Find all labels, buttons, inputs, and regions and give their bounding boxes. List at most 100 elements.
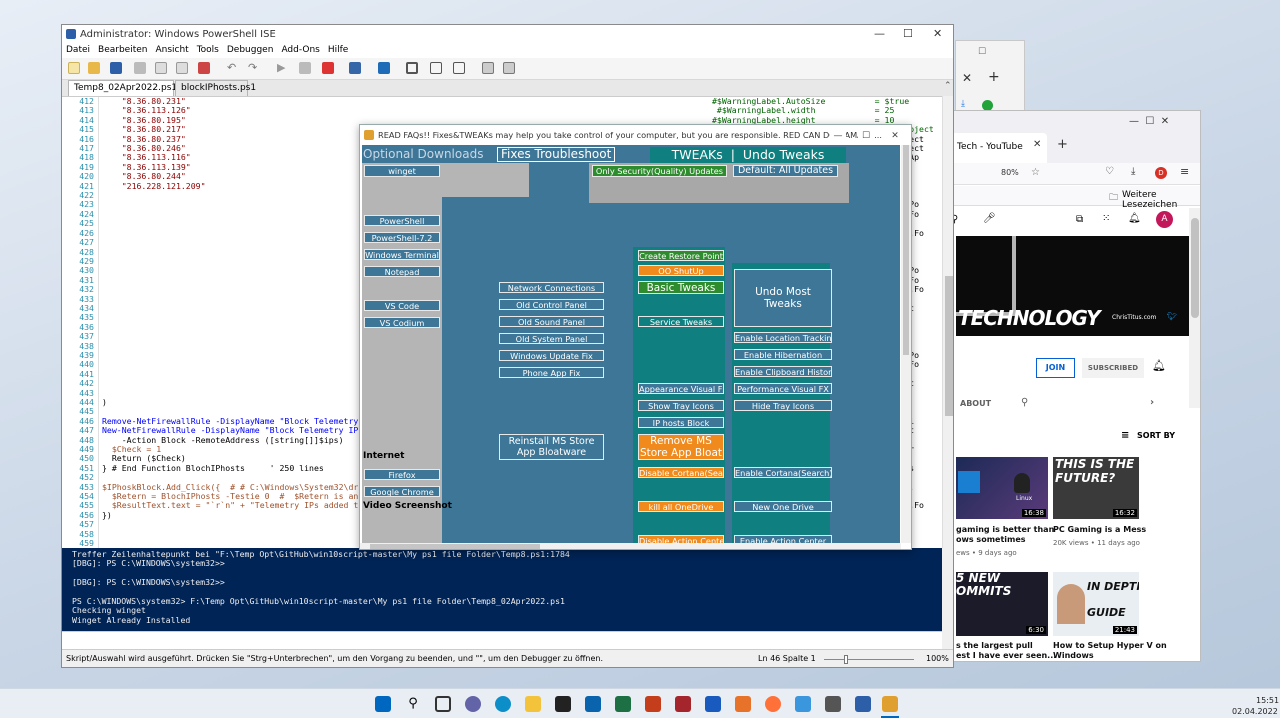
join-button[interactable]: JOIN bbox=[1036, 358, 1075, 378]
minimize-icon[interactable]: ☐ bbox=[978, 47, 986, 57]
enable-hibernation-button[interactable]: Enable Hibernation bbox=[734, 349, 832, 360]
firefox-window[interactable]: — ☐ ✕ Tech - YouTube ✕ + 80% ☆ ♡ ⤓ D ≡ 🗀… bbox=[938, 110, 1201, 662]
minimize-icon[interactable]: — bbox=[1129, 116, 1139, 127]
disable-action-center-button[interactable]: Disable Action Center bbox=[638, 535, 724, 543]
apps-icon[interactable]: ⁙ bbox=[1102, 213, 1110, 224]
firefox-button[interactable]: Firefox bbox=[364, 469, 440, 480]
video-thumbnail[interactable]: Linux 16:38 bbox=[956, 457, 1048, 519]
notifications-icon[interactable]: 🔔︎ bbox=[1128, 213, 1141, 224]
firefox-icon[interactable] bbox=[765, 696, 781, 712]
menu-hilfe[interactable]: Hilfe bbox=[328, 45, 348, 55]
app-icon[interactable] bbox=[735, 696, 751, 712]
ip-hosts-block-button[interactable]: IP hosts Block bbox=[638, 417, 724, 428]
video-title[interactable]: PC Gaming is a Mess bbox=[1053, 525, 1146, 534]
command-addon-icon[interactable] bbox=[482, 62, 494, 74]
chat-icon[interactable] bbox=[465, 696, 481, 712]
video-title[interactable]: gaming is better than ows sometimes bbox=[956, 525, 1054, 545]
show-commands-icon[interactable] bbox=[503, 62, 515, 74]
menu-add-ons[interactable]: Add-Ons bbox=[281, 45, 319, 55]
enable-cortana-button[interactable]: Enable Cortana(Search) bbox=[734, 467, 832, 478]
copy-icon[interactable] bbox=[155, 62, 167, 74]
search-icon[interactable]: ⚲ bbox=[1021, 397, 1028, 408]
powerpoint-icon[interactable] bbox=[645, 696, 661, 712]
extension-icon[interactable]: D bbox=[1155, 167, 1167, 179]
appearance-fx-button[interactable]: Appearance Visual FX bbox=[638, 383, 724, 394]
layout-right-icon[interactable] bbox=[430, 62, 442, 74]
layout-top-icon[interactable] bbox=[406, 62, 418, 74]
zoom-slider[interactable] bbox=[824, 659, 914, 660]
minimize-icon[interactable]: — bbox=[874, 27, 885, 40]
chevron-up-icon[interactable]: ⌃ bbox=[944, 81, 952, 91]
layout-max-icon[interactable] bbox=[453, 62, 465, 74]
service-tweaks-button[interactable]: Service Tweaks bbox=[638, 316, 724, 327]
oo-shutup-button[interactable]: OO ShutUp bbox=[638, 265, 724, 276]
disable-cortana-button[interactable]: Disable Cortana(Sear bbox=[638, 467, 724, 478]
windows-terminal-button[interactable]: Windows Terminal bbox=[364, 249, 440, 260]
file-explorer-icon[interactable] bbox=[525, 696, 541, 712]
new-tab-icon[interactable]: + bbox=[1057, 137, 1068, 152]
edge-icon[interactable] bbox=[495, 696, 511, 712]
clock-time[interactable]: 15:51 bbox=[1256, 696, 1279, 705]
console-pane[interactable]: Treffer Zeilenhaltepunkt bei "F:\Temp Op… bbox=[62, 548, 942, 631]
store-icon[interactable] bbox=[555, 696, 571, 712]
close-icon[interactable]: ✕ bbox=[962, 71, 972, 85]
menu-debuggen[interactable]: Debuggen bbox=[227, 45, 274, 55]
maximize-icon[interactable]: ☐ bbox=[858, 131, 874, 141]
security-updates-button[interactable]: Only Security(Quality) Updates bbox=[592, 165, 727, 177]
clear-icon[interactable] bbox=[198, 62, 210, 74]
console-icon[interactable] bbox=[378, 62, 390, 74]
menu-datei[interactable]: Datei bbox=[66, 45, 90, 55]
windows-update-fix-button[interactable]: Windows Update Fix bbox=[499, 350, 604, 361]
excel-icon[interactable] bbox=[615, 696, 631, 712]
vscodium-button[interactable]: VS Codium bbox=[364, 317, 440, 328]
app-icon[interactable] bbox=[795, 696, 811, 712]
performance-fx-button[interactable]: Performance Visual FX bbox=[734, 383, 832, 394]
cut-icon[interactable] bbox=[134, 62, 146, 74]
tweak-hscrollbar[interactable] bbox=[360, 543, 901, 549]
search-icon[interactable]: ⚲ bbox=[405, 696, 421, 712]
notepad-button[interactable]: Notepad bbox=[364, 266, 440, 277]
tab-temp8[interactable]: Temp8_02Apr2022.ps1× bbox=[68, 80, 189, 96]
show-tray-icons-button[interactable]: Show Tray Icons bbox=[638, 400, 724, 411]
paste-icon[interactable] bbox=[176, 62, 188, 74]
sort-icon[interactable]: ≡ bbox=[1121, 430, 1129, 441]
word-icon[interactable] bbox=[705, 696, 721, 712]
chevron-right-icon[interactable]: › bbox=[1150, 397, 1154, 408]
menu-icon[interactable]: ≡ bbox=[1180, 165, 1189, 178]
editor-scrollbar[interactable] bbox=[942, 96, 953, 548]
remove-store-bloat-button[interactable]: Remove MS Store App Bloat bbox=[638, 434, 724, 460]
mail-icon[interactable] bbox=[585, 696, 601, 712]
access-icon[interactable] bbox=[675, 696, 691, 712]
video-title[interactable]: How to Setup Hyper V on Windows bbox=[1053, 641, 1167, 661]
bookmark-star-icon[interactable]: ☆ bbox=[1031, 167, 1040, 178]
download-icon[interactable]: ⤓ bbox=[1131, 166, 1135, 177]
zoom-slider-thumb[interactable] bbox=[844, 655, 848, 664]
download-icon[interactable]: ⤓ bbox=[961, 99, 965, 109]
redo-icon[interactable]: ↷ bbox=[248, 62, 260, 74]
bell-icon[interactable]: 🔔︎ bbox=[1152, 359, 1166, 372]
stop-icon[interactable] bbox=[322, 62, 334, 74]
start-icon[interactable] bbox=[375, 696, 391, 712]
open-folder-icon[interactable] bbox=[88, 62, 100, 74]
sort-by-button[interactable]: SORT BY bbox=[1137, 431, 1175, 440]
console-scrollbar[interactable] bbox=[942, 548, 953, 649]
video-thumbnail[interactable]: THIS IS THE FUTURE? 16:32 bbox=[1053, 457, 1139, 519]
old-system-panel-button[interactable]: Old System Panel bbox=[499, 333, 604, 344]
tweak-scrollbar[interactable] bbox=[901, 145, 911, 543]
url-bar[interactable]: 80% ☆ ♡ ⤓ D ≡ bbox=[939, 163, 1200, 185]
zoom-level[interactable]: 80% bbox=[1001, 168, 1019, 177]
video-thumbnail[interactable]: IN DEPTH GUIDE 21:43 bbox=[1053, 572, 1139, 636]
tab-blockiphosts[interactable]: blockIPhosts.ps1 bbox=[175, 80, 256, 96]
subscribed-button[interactable]: SUBSCRIBED bbox=[1082, 358, 1144, 378]
close-icon[interactable]: ✕ bbox=[1161, 116, 1169, 127]
run-selection-icon[interactable] bbox=[299, 62, 311, 74]
task-view-icon[interactable] bbox=[435, 696, 451, 712]
maximize-icon[interactable]: ☐ bbox=[903, 27, 913, 40]
pocket-icon[interactable]: ♡ bbox=[1105, 166, 1114, 177]
console-input[interactable] bbox=[62, 631, 942, 649]
winget-button[interactable]: winget bbox=[364, 165, 440, 177]
avatar[interactable]: A bbox=[1156, 211, 1173, 228]
powershell7-button[interactable]: PowerShell-7.2 bbox=[364, 232, 440, 243]
powershell-button[interactable]: PowerShell bbox=[364, 215, 440, 226]
default-updates-button[interactable]: Default: All Updates bbox=[733, 165, 838, 177]
